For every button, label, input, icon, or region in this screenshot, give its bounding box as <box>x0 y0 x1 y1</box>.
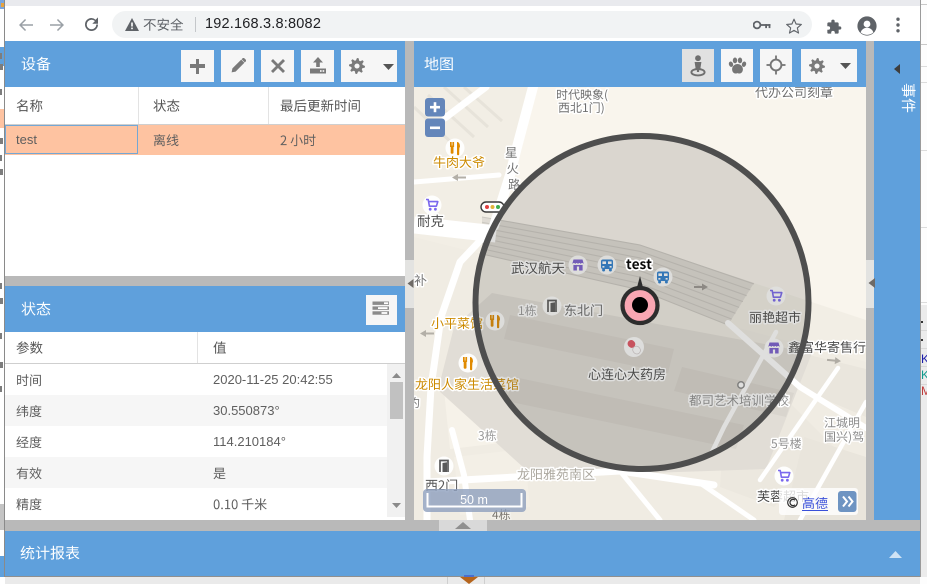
svg-text:50 m: 50 m <box>460 493 488 507</box>
